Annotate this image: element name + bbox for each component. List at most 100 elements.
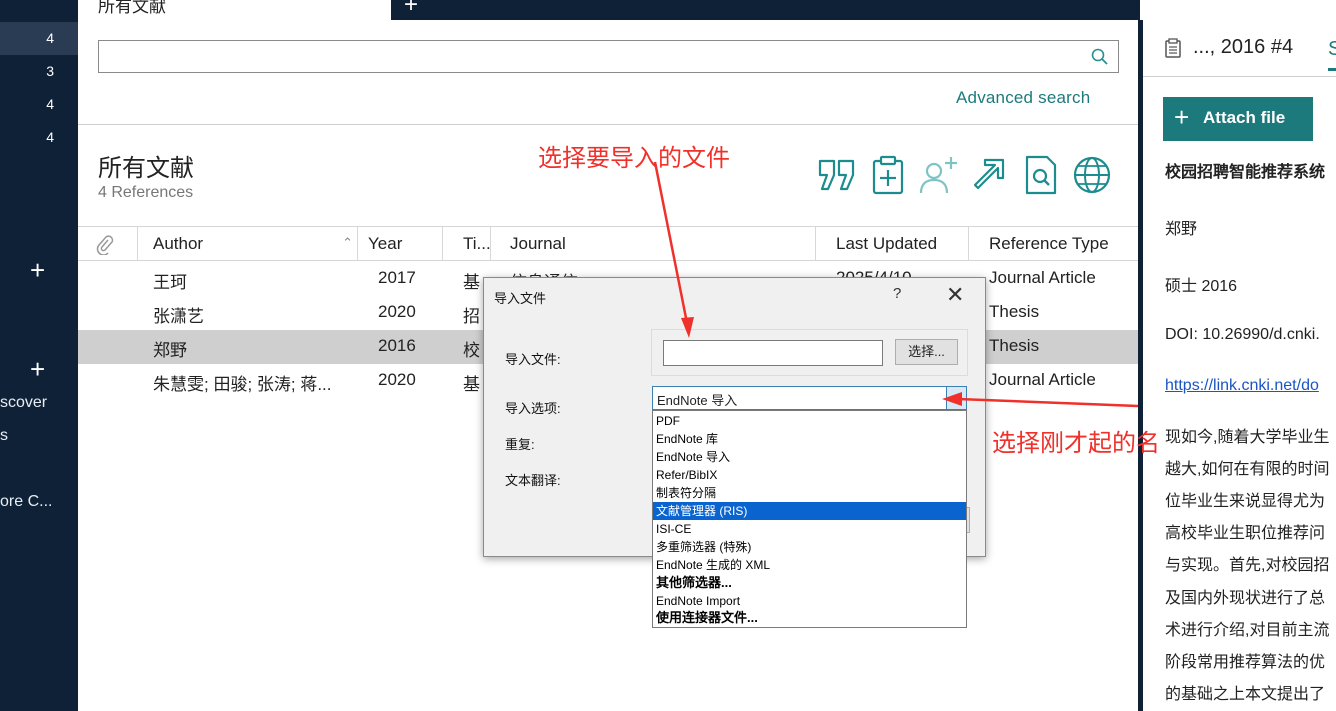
close-icon[interactable]: ✕ xyxy=(946,282,964,308)
divider xyxy=(1143,76,1336,77)
reference-panel-title: ..., 2016 #4 xyxy=(1193,36,1294,58)
title-cell: 招 xyxy=(463,307,480,326)
search-icon[interactable] xyxy=(1090,47,1110,67)
dropdown-option[interactable]: PDF xyxy=(653,412,966,430)
dropdown-option[interactable]: 其他筛选器... xyxy=(653,574,966,592)
sidebar-label[interactable]: ore C... xyxy=(0,493,52,511)
import-option-dropdown: PDF EndNote 库 EndNote 导入 Refer/BibIX 制表符… xyxy=(652,410,967,628)
panel-divider[interactable] xyxy=(1138,20,1143,711)
dropdown-option[interactable]: EndNote 库 xyxy=(653,430,966,448)
group-count: 4 xyxy=(46,129,54,145)
reference-url-link[interactable]: https://link.cnki.net/do xyxy=(1165,377,1319,395)
title-column-header[interactable]: Ti... xyxy=(443,227,491,261)
dropdown-option-highlighted[interactable]: 文献管理器 (RIS) xyxy=(653,502,966,520)
sidebar-group-item[interactable]: 4 xyxy=(0,121,78,154)
import-option-select[interactable]: EndNote 导入 xyxy=(652,386,967,410)
dropdown-option[interactable]: Refer/BibIX xyxy=(653,466,966,484)
tab-all-references[interactable]: 所有文献 xyxy=(78,0,391,20)
author-cell: 王珂 xyxy=(153,273,187,292)
abstract-line: 位毕业生来说显得尤为 xyxy=(1165,493,1326,510)
selected-option: EndNote 导入 xyxy=(657,393,738,408)
search-input[interactable] xyxy=(98,40,1119,73)
text-translation-label: 文本翻译: xyxy=(505,473,561,488)
duplicates-label: 重复: xyxy=(505,437,535,452)
abstract-line: 与实现。首先,对校园招 xyxy=(1165,557,1330,574)
left-sidebar: 4 3 4 4 + + scover s ore C... xyxy=(0,0,78,711)
new-tab-icon[interactable]: + xyxy=(404,0,418,19)
dropdown-option[interactable]: ISI-CE xyxy=(653,520,966,538)
reference-title: 校园招聘智能推荐系统 xyxy=(1165,164,1326,181)
reference-type-cell: Thesis xyxy=(989,302,1040,321)
dropdown-option[interactable]: EndNote 导入 xyxy=(653,448,966,466)
dropdown-option[interactable]: EndNote Import xyxy=(653,592,966,610)
journal-column-header[interactable]: Journal xyxy=(491,227,816,261)
plus-icon: + xyxy=(1174,102,1190,132)
dialog-title: 导入文件 xyxy=(494,291,547,306)
reference-type-cell: Journal Article xyxy=(989,370,1096,389)
reference-type-cell: Journal Article xyxy=(989,268,1096,287)
abstract-line: 阶段常用推荐算法的优 xyxy=(1165,654,1326,671)
dropdown-option[interactable]: EndNote 生成的 XML xyxy=(653,556,966,574)
share-arrow-icon[interactable] xyxy=(969,155,1009,195)
title-cell: 基 xyxy=(463,375,480,394)
year-cell: 2020 xyxy=(378,370,416,389)
chevron-down-icon[interactable] xyxy=(946,387,966,409)
globe-icon[interactable] xyxy=(1072,155,1112,195)
sidebar-group-item[interactable]: 4 xyxy=(0,88,78,121)
sidebar-label[interactable]: s xyxy=(0,427,8,445)
author-column-header[interactable]: Author ⌃ xyxy=(143,227,358,261)
import-option-label: 导入选项: xyxy=(505,401,561,416)
sidebar-label[interactable]: scover xyxy=(0,394,47,412)
column-label: Year xyxy=(368,234,403,253)
reference-clipboard-icon xyxy=(1165,38,1181,58)
author-cell: 朱慧雯; 田骏; 张涛; 蒋... xyxy=(153,375,332,394)
add-user-icon[interactable] xyxy=(918,155,958,195)
dropdown-option[interactable]: 制表符分隔 xyxy=(653,484,966,502)
sort-ascending-icon: ⌃ xyxy=(342,235,353,250)
abstract-line: 现如今,随着大学毕业生 xyxy=(1165,429,1330,446)
help-button[interactable]: ? xyxy=(893,285,901,302)
paperclip-icon xyxy=(96,235,114,255)
tab-summary[interactable]: S xyxy=(1328,38,1336,61)
column-label: Reference Type xyxy=(989,234,1109,253)
reference-count: 4 References xyxy=(98,184,194,201)
reference-type-cell: Thesis xyxy=(989,336,1040,355)
year-column-header[interactable]: Year xyxy=(358,227,443,261)
abstract-line: 高校毕业生职位推荐问 xyxy=(1165,525,1326,542)
import-file-label: 导入文件: xyxy=(505,352,561,367)
abstract-line: 的基础之上本文提出了 xyxy=(1165,686,1326,703)
add-clipboard-icon[interactable] xyxy=(868,155,908,195)
dropdown-option[interactable]: 多重筛选器 (特殊) xyxy=(653,538,966,556)
column-label: Journal xyxy=(510,234,566,253)
dropdown-option[interactable]: 使用连接器文件... xyxy=(653,609,966,627)
group-count: 4 xyxy=(46,30,54,46)
annotation-choose-name: 选择刚才起的名 xyxy=(992,430,1160,457)
column-label: Last Updated xyxy=(836,234,938,253)
annotation-choose-file: 选择要导入的文件 xyxy=(538,145,730,172)
column-label: Ti... xyxy=(463,234,491,253)
add-group-icon[interactable]: + xyxy=(30,356,45,382)
title-cell: 基 xyxy=(463,273,480,292)
column-label: Author xyxy=(153,234,204,253)
abstract-line: 越大,如何在有限的时间 xyxy=(1165,461,1330,478)
year-cell: 2016 xyxy=(378,336,416,355)
quote-icon[interactable] xyxy=(817,155,857,195)
sidebar-group-item[interactable]: 3 xyxy=(0,55,78,88)
attach-file-button[interactable]: + Attach file xyxy=(1163,97,1313,141)
import-file-input[interactable] xyxy=(663,340,883,366)
choose-file-button[interactable]: 选择... xyxy=(895,339,958,365)
last-updated-column-header[interactable]: Last Updated xyxy=(816,227,969,261)
reference-author: 郑野 xyxy=(1165,221,1198,238)
author-cell: 张潇艺 xyxy=(153,307,204,326)
abstract-line: 术进行介绍,对目前主流 xyxy=(1165,622,1330,639)
add-group-icon[interactable]: + xyxy=(30,257,45,283)
reference-type-column-header[interactable]: Reference Type xyxy=(969,227,1140,261)
reference-doi[interactable]: DOI: 10.26990/d.cnki. xyxy=(1165,326,1320,344)
tab-label: 所有文献 xyxy=(98,0,166,16)
find-document-icon[interactable] xyxy=(1021,155,1061,195)
attachment-column-header[interactable] xyxy=(78,227,138,261)
sidebar-group-item[interactable]: 4 xyxy=(0,22,78,55)
library-title: 所有文献 xyxy=(98,155,194,182)
group-count: 3 xyxy=(46,63,54,79)
advanced-search-link[interactable]: Advanced search xyxy=(956,88,1090,108)
